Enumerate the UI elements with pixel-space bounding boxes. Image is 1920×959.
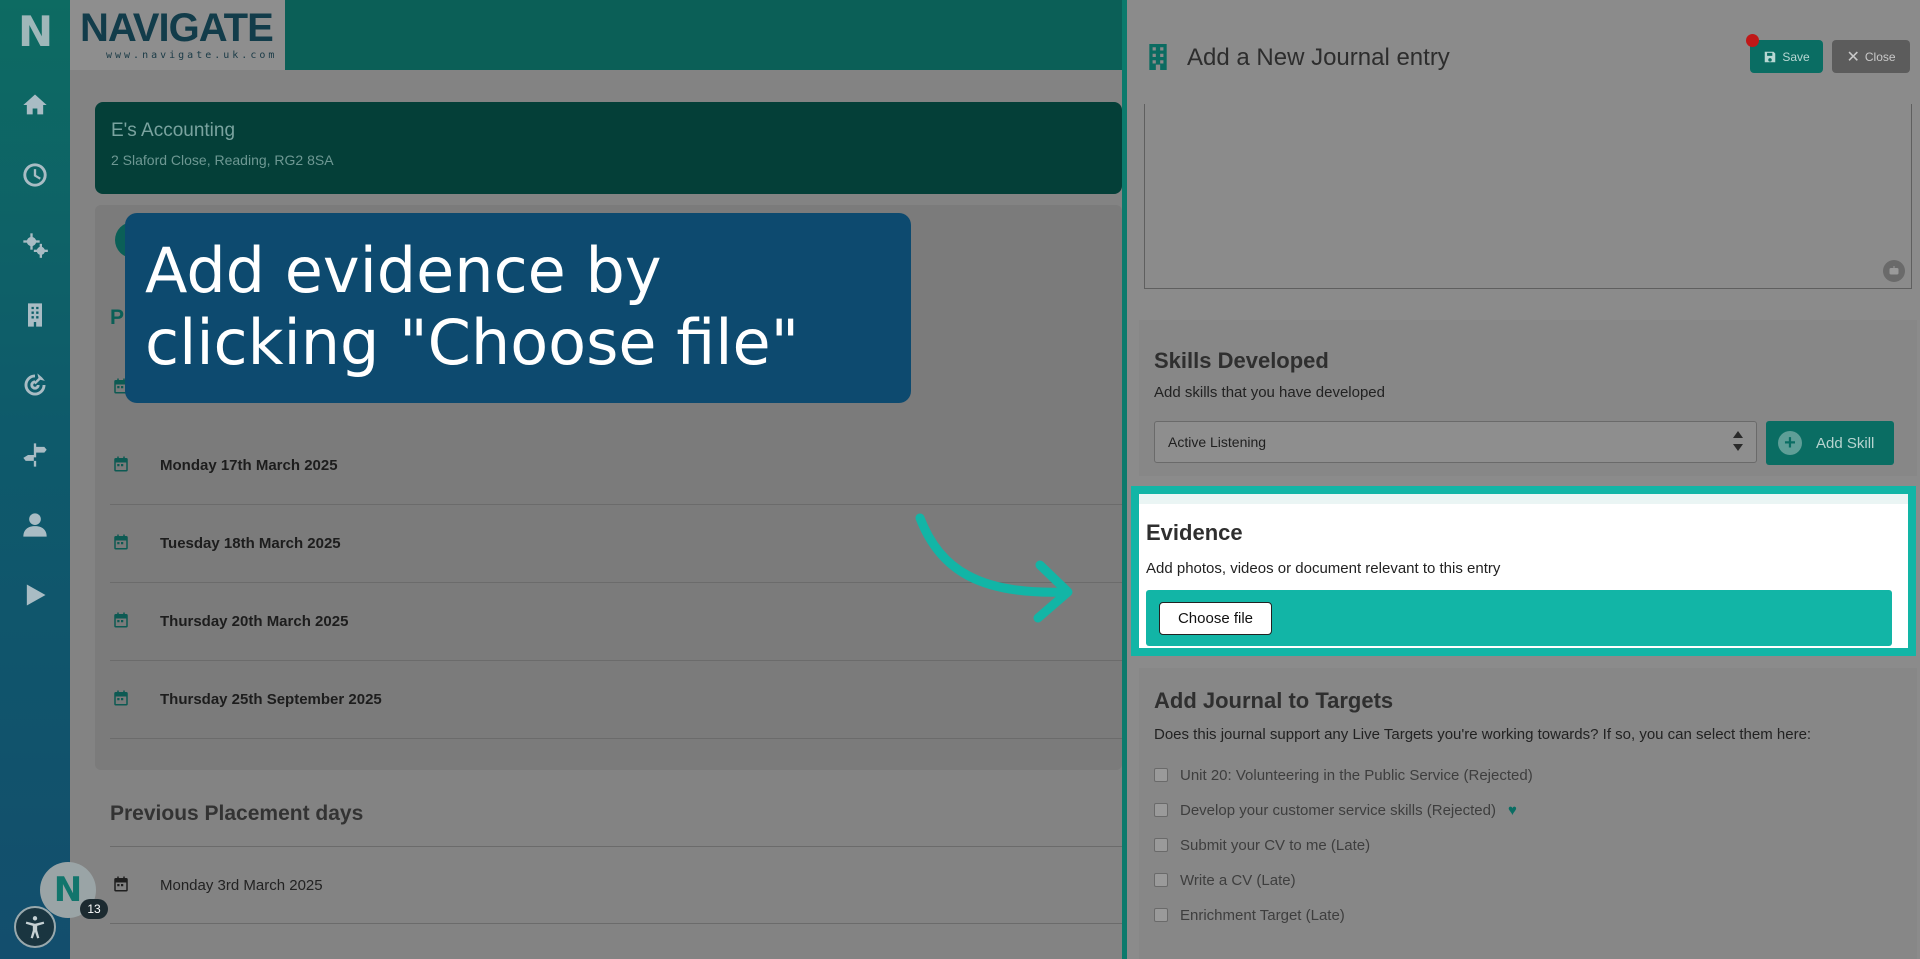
evidence-title: Evidence xyxy=(1146,520,1243,545)
target-icon[interactable] xyxy=(20,370,50,400)
skills-section: Skills Developed Add skills that you hav… xyxy=(1139,320,1917,476)
notification-badge: 13 xyxy=(80,899,108,919)
accessibility-icon[interactable] xyxy=(14,906,56,948)
calendar-icon xyxy=(112,611,130,629)
target-label: Write a CV (Late) xyxy=(1180,871,1296,889)
modal-header: Add a New Journal entry Save ✕ Close xyxy=(1127,0,1920,104)
clock-icon[interactable] xyxy=(20,160,50,190)
home-icon[interactable] xyxy=(20,90,50,120)
brand-logo[interactable]: NAVIGATE www.navigate.uk.com xyxy=(70,0,285,70)
calendar-icon xyxy=(112,455,130,473)
building-icon[interactable] xyxy=(20,300,50,330)
building-icon xyxy=(1147,44,1169,75)
placement-day-row[interactable]: Thursday 25th September 2025 xyxy=(110,661,1122,739)
assistant-icon[interactable] xyxy=(1883,260,1905,282)
unsaved-indicator xyxy=(1746,34,1759,47)
signpost-icon[interactable] xyxy=(20,440,50,470)
calendar-icon xyxy=(112,689,130,707)
placement-day-date: Thursday 20th March 2025 xyxy=(160,613,349,630)
gears-icon[interactable] xyxy=(20,230,50,260)
brand-subtitle: www.navigate.uk.com xyxy=(106,50,278,61)
sidebar: N xyxy=(0,0,70,959)
placement-heading-fragment: P xyxy=(110,306,125,329)
placement-day-date: Monday 17th March 2025 xyxy=(160,457,338,474)
save-icon xyxy=(1765,51,1776,62)
target-checkbox-row[interactable]: Submit your CV to me (Late) xyxy=(1154,834,1370,856)
heart-icon: ♥ xyxy=(1507,801,1517,819)
pointer-arrow-icon xyxy=(915,513,1073,623)
placement-day-date: Tuesday 18th March 2025 xyxy=(160,535,341,552)
close-icon: ✕ xyxy=(1846,48,1860,66)
modal-title: Add a New Journal entry xyxy=(1187,44,1450,71)
evidence-section: Evidence Add photos, videos or document … xyxy=(1131,486,1916,656)
sidebar-logo[interactable]: N xyxy=(18,11,54,53)
evidence-description: Add photos, videos or document relevant … xyxy=(1146,560,1501,577)
placement-day-row[interactable]: Monday 17th March 2025 xyxy=(110,427,1122,505)
add-skill-label: Add Skill xyxy=(1816,434,1875,452)
previous-day-row[interactable]: Monday 3rd March 2025 xyxy=(110,846,1122,924)
target-label: Develop your customer service skills (Re… xyxy=(1180,801,1496,819)
save-label: Save xyxy=(1782,49,1810,64)
journal-modal: Add a New Journal entry Save ✕ Close Ski… xyxy=(1122,0,1920,959)
play-icon[interactable] xyxy=(20,580,50,610)
target-label: Enrichment Target (Late) xyxy=(1180,906,1345,924)
targets-section: Add Journal to Targets Does this journal… xyxy=(1139,668,1917,959)
target-checkbox[interactable] xyxy=(1154,838,1168,852)
target-checkbox-row[interactable]: Enrichment Target (Late) xyxy=(1154,904,1345,926)
target-checkbox[interactable] xyxy=(1154,908,1168,922)
skills-description: Add skills that you have developed xyxy=(1154,384,1385,401)
placement-day-date: Thursday 25th September 2025 xyxy=(160,691,382,708)
company-address: 2 Slaford Close, Reading, RG2 8SA xyxy=(111,152,334,168)
add-skill-button[interactable]: + Add Skill xyxy=(1766,421,1894,465)
plus-icon: + xyxy=(1778,431,1802,455)
close-button[interactable]: ✕ Close xyxy=(1832,40,1910,73)
target-label: Unit 20: Volunteering in the Public Serv… xyxy=(1180,766,1533,784)
choose-file-button[interactable]: Choose file xyxy=(1159,602,1272,635)
target-checkbox-row[interactable]: Unit 20: Volunteering in the Public Serv… xyxy=(1154,764,1533,786)
skill-select[interactable]: Active Listening xyxy=(1154,421,1757,463)
targets-title: Add Journal to Targets xyxy=(1154,688,1394,713)
target-checkbox-row[interactable]: Write a CV (Late) xyxy=(1154,869,1296,891)
previous-placement-title: Previous Placement days xyxy=(110,802,364,825)
company-card: E's Accounting 2 Slaford Close, Reading,… xyxy=(95,102,1122,194)
user-icon[interactable] xyxy=(20,510,50,540)
calendar-icon xyxy=(112,875,130,898)
targets-description: Does this journal support any Live Targe… xyxy=(1154,726,1812,743)
calendar-icon xyxy=(112,533,130,551)
target-label: Submit your CV to me (Late) xyxy=(1180,836,1371,854)
target-checkbox[interactable] xyxy=(1154,873,1168,887)
save-button[interactable]: Save xyxy=(1750,40,1823,73)
target-checkbox[interactable] xyxy=(1154,803,1168,817)
skill-select-value: Active Listening xyxy=(1168,434,1267,450)
evidence-top-strip xyxy=(1139,494,1908,504)
sort-arrows-icon xyxy=(1732,430,1744,457)
target-checkbox-row[interactable]: Develop your customer service skills (Re… xyxy=(1154,799,1517,821)
skills-title: Skills Developed xyxy=(1154,348,1329,373)
company-name: E's Accounting xyxy=(111,120,236,141)
previous-day-date: Monday 3rd March 2025 xyxy=(160,877,323,894)
target-checkbox[interactable] xyxy=(1154,768,1168,782)
close-label: Close xyxy=(1864,49,1896,64)
callout-text: Add evidence by clicking "Choose file" xyxy=(145,234,800,379)
instruction-callout: Add evidence by clicking "Choose file" xyxy=(125,213,911,403)
brand-title: NAVIGATE xyxy=(80,6,274,50)
journal-textarea[interactable] xyxy=(1144,104,1912,289)
file-upload-bar: Choose file xyxy=(1146,590,1892,646)
